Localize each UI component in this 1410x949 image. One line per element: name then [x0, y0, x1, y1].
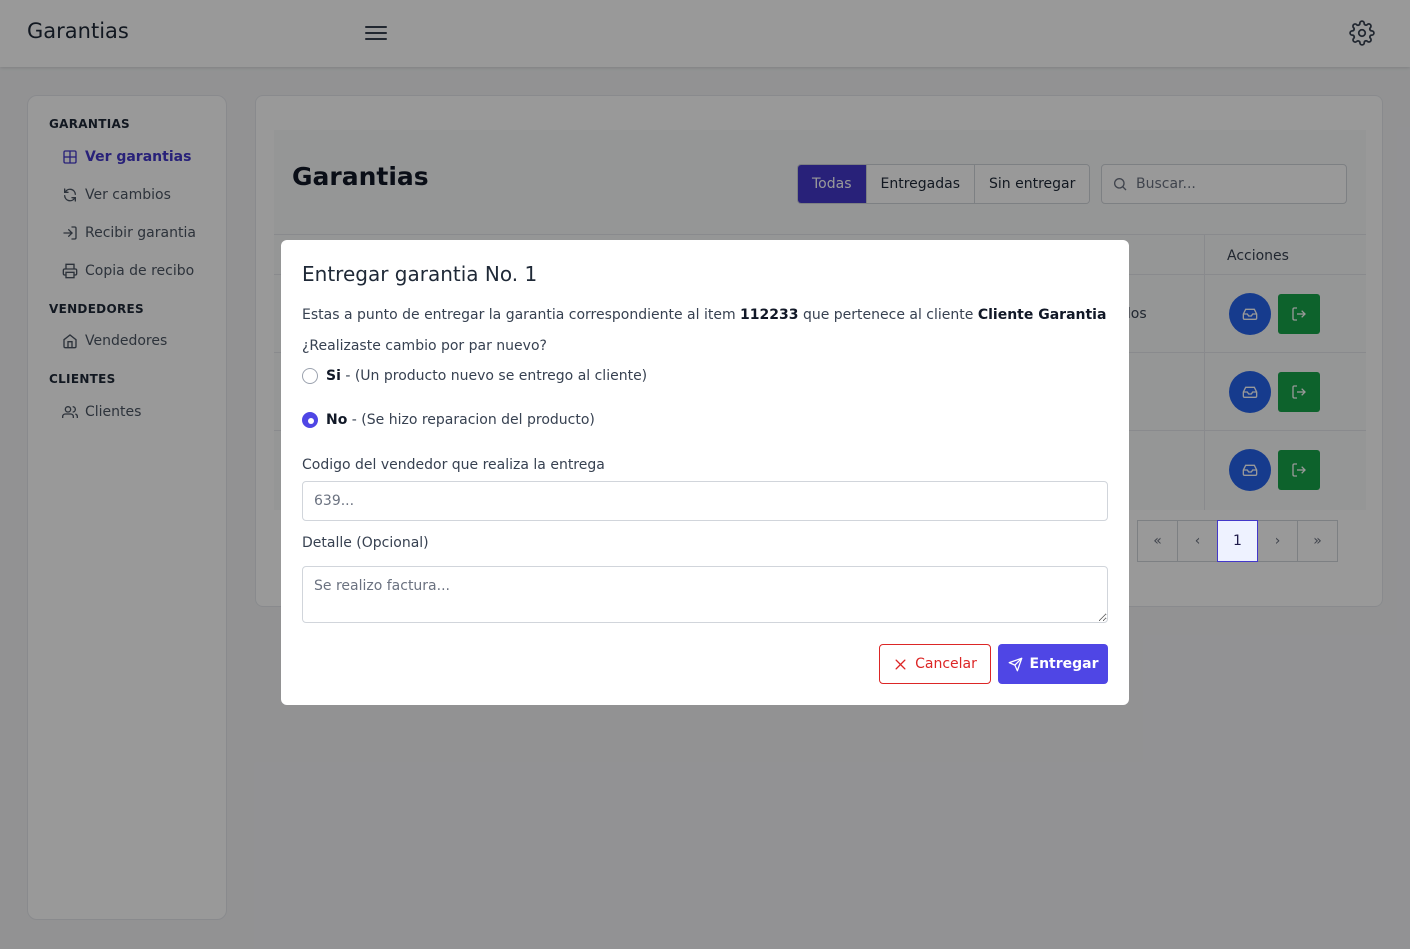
pagination-page-button[interactable]: 1	[1217, 520, 1258, 562]
send-icon	[1008, 657, 1022, 671]
modal-description: Estas a punto de entregar la garantia co…	[302, 307, 1107, 323]
deliver-submit-button[interactable]: Entregar	[998, 644, 1108, 684]
detail-label: Detalle (Opcional)	[302, 535, 429, 551]
modal-title: Entregar garantia No. 1	[302, 262, 538, 286]
deliver-warranty-modal: Entregar garantia No. 1 Estas a punto de…	[281, 240, 1129, 705]
option-si[interactable]: Si - (Un producto nuevo se entrego al cl…	[302, 368, 647, 384]
client-name: Cliente Garantia	[977, 307, 1107, 323]
radio-si[interactable]	[302, 368, 318, 384]
radio-no[interactable]	[302, 412, 318, 428]
option-si-label: Si - (Un producto nuevo se entrego al cl…	[326, 368, 648, 384]
option-no-label: No - (Se hizo reparacion del producto)	[326, 412, 595, 428]
seller-code-input[interactable]	[302, 481, 1108, 521]
detail-textarea[interactable]	[302, 566, 1108, 623]
cancel-button-label: Cancelar	[915, 656, 977, 672]
exchange-question: ¿Realizaste cambio por par nuevo?	[302, 338, 547, 354]
deliver-submit-label: Entregar	[1029, 656, 1099, 672]
option-no[interactable]: No - (Se hizo reparacion del producto)	[302, 412, 595, 428]
item-code: 112233	[740, 307, 799, 323]
close-icon	[895, 659, 906, 669]
cancel-button[interactable]: Cancelar	[879, 644, 991, 684]
seller-code-label: Codigo del vendedor que realiza la entre…	[302, 457, 605, 473]
